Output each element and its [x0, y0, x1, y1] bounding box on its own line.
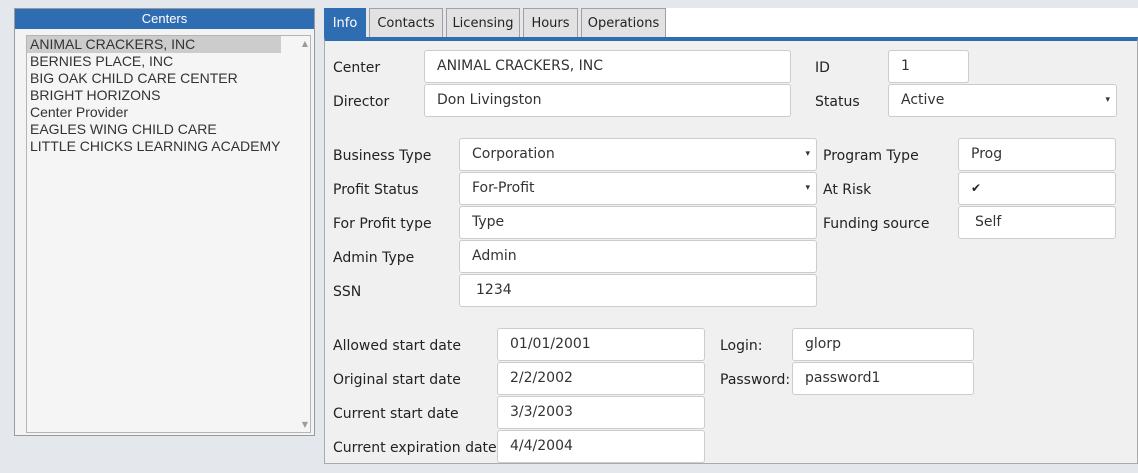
- profit-status-select[interactable]: For-Profit ▾: [459, 172, 817, 205]
- ssn-label: SSN: [333, 284, 362, 300]
- program-type-label: Program Type: [823, 148, 919, 164]
- allowed-start-date-input[interactable]: 01/01/2001: [497, 328, 705, 361]
- center-label: Center: [333, 60, 381, 76]
- list-item[interactable]: EAGLES WING CHILD CARE: [27, 121, 281, 138]
- ssn-input[interactable]: 1234: [459, 274, 817, 307]
- admin-type-label: Admin Type: [333, 250, 415, 266]
- for-profit-type-label: For Profit type: [333, 216, 432, 232]
- current-expiration-date-input[interactable]: 4/4/2004: [497, 430, 705, 463]
- list-item[interactable]: ANIMAL CRACKERS, INC: [27, 36, 281, 53]
- funding-source-label: Funding source: [823, 216, 930, 232]
- program-type-input[interactable]: Prog: [958, 138, 1116, 171]
- scroll-down-icon[interactable]: ▼: [302, 420, 308, 429]
- list-item[interactable]: Center Provider: [27, 104, 281, 121]
- status-label: Status: [815, 94, 860, 110]
- profit-status-value: For-Profit: [472, 180, 535, 196]
- at-risk-label: At Risk: [823, 182, 872, 198]
- chevron-down-icon: ▾: [1105, 95, 1110, 105]
- profit-status-label: Profit Status: [333, 182, 419, 198]
- center-input[interactable]: ANIMAL CRACKERS, INC: [424, 50, 791, 83]
- password-input[interactable]: password1: [792, 362, 974, 395]
- scroll-up-icon[interactable]: ▲: [302, 39, 308, 48]
- login-input[interactable]: glorp: [792, 328, 974, 361]
- admin-type-input[interactable]: Admin: [459, 240, 817, 273]
- for-profit-type-input[interactable]: Type: [459, 206, 817, 239]
- tab-licensing[interactable]: Licensing: [446, 8, 520, 39]
- director-label: Director: [333, 94, 390, 110]
- tab-strip-background: [666, 8, 1138, 39]
- list-item[interactable]: BIG OAK CHILD CARE CENTER: [27, 70, 281, 87]
- director-input[interactable]: Don Livingston: [424, 84, 791, 117]
- at-risk-checkbox[interactable]: ✔: [958, 172, 1116, 205]
- chevron-down-icon: ▾: [805, 183, 810, 193]
- id-input[interactable]: 1: [888, 50, 969, 83]
- status-select[interactable]: Active ▾: [888, 84, 1117, 117]
- password-label: Password:: [720, 372, 791, 388]
- tab-hours[interactable]: Hours: [523, 8, 578, 39]
- list-item[interactable]: BRIGHT HORIZONS: [27, 87, 281, 104]
- current-start-date-input[interactable]: 3/3/2003: [497, 396, 705, 429]
- centers-panel: Centers ANIMAL CRACKERS, INC BERNIES PLA…: [14, 8, 315, 436]
- original-start-date-input[interactable]: 2/2/2002: [497, 362, 705, 395]
- status-value: Active: [901, 92, 945, 108]
- allowed-start-date-label: Allowed start date: [333, 338, 461, 354]
- original-start-date-label: Original start date: [333, 372, 461, 388]
- centers-list[interactable]: ANIMAL CRACKERS, INC BERNIES PLACE, INC …: [26, 35, 311, 433]
- id-label: ID: [815, 60, 830, 76]
- business-type-value: Corporation: [472, 146, 555, 162]
- list-item[interactable]: BERNIES PLACE, INC: [27, 53, 281, 70]
- current-expiration-date-label: Current expiration date: [333, 440, 497, 456]
- info-panel: Center ANIMAL CRACKERS, INC ID 1 Directo…: [324, 37, 1138, 464]
- list-item[interactable]: LITTLE CHICKS LEARNING ACADEMY: [27, 138, 281, 155]
- centers-header: Centers: [15, 9, 314, 29]
- current-start-date-label: Current start date: [333, 406, 459, 422]
- funding-source-input[interactable]: Self: [958, 206, 1116, 239]
- business-type-label: Business Type: [333, 148, 432, 164]
- tab-contacts[interactable]: Contacts: [369, 8, 443, 39]
- login-label: Login:: [720, 338, 763, 354]
- checkmark-icon: ✔: [971, 181, 982, 195]
- chevron-down-icon: ▾: [805, 149, 810, 159]
- tab-info[interactable]: Info: [324, 8, 366, 39]
- tab-operations[interactable]: Operations: [581, 8, 666, 39]
- business-type-select[interactable]: Corporation ▾: [459, 138, 817, 171]
